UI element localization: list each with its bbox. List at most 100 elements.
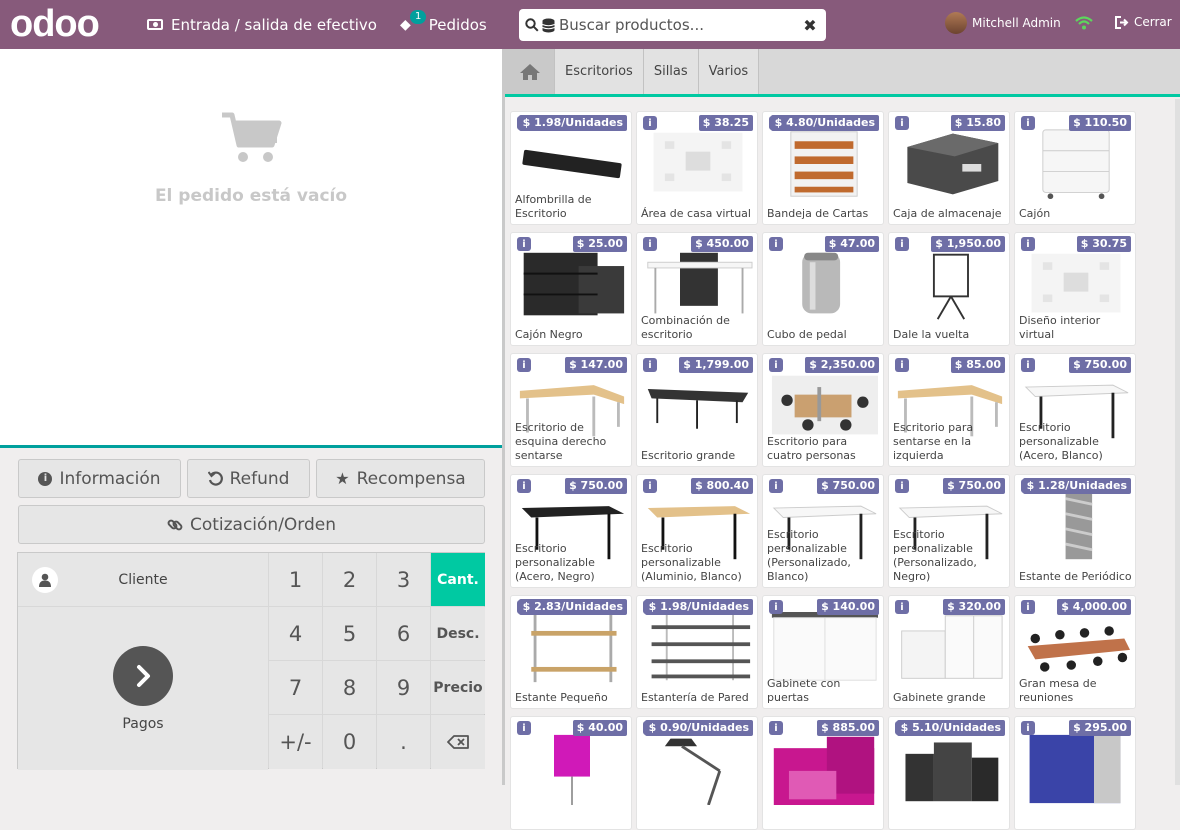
numpad-key-2[interactable]: 2 — [323, 553, 376, 606]
close-button[interactable]: Cerrar — [1115, 15, 1172, 29]
info-icon[interactable]: i — [769, 479, 783, 493]
numpad-key-6[interactable]: 6 — [377, 607, 430, 660]
numpad-key-4[interactable]: 4 — [269, 607, 322, 660]
product-price: $ 750.00 — [1069, 357, 1131, 373]
numpad-key-3[interactable]: 3 — [377, 553, 430, 606]
info-icon[interactable]: i — [517, 479, 531, 493]
quotation-order-button[interactable]: Cotización/Orden — [18, 505, 485, 544]
product-card[interactable]: i $ 750.00 Escritorio personalizable (Pers… — [888, 474, 1010, 588]
category-chairs[interactable]: Sillas — [643, 49, 699, 94]
numpad-key-plus-minus[interactable]: +/- — [269, 715, 322, 769]
product-card[interactable]: i$ 1.98/UnidadesEstantería de Pared — [636, 595, 758, 709]
quotation-order-label: Cotización/Orden — [189, 514, 337, 535]
info-icon[interactable]: i — [643, 479, 657, 493]
numpad-key-7[interactable]: 7 — [269, 661, 322, 714]
odoo-logo: odoo — [10, 3, 100, 45]
info-button[interactable]: i Información — [18, 459, 181, 498]
numpad-key-8[interactable]: 8 — [323, 661, 376, 714]
product-card[interactable]: i$ 0.90/Unidades — [636, 716, 758, 830]
product-name: Gabinete con puertas — [767, 677, 841, 704]
home-category-button[interactable] — [505, 49, 555, 94]
product-card[interactable]: i $ 1,799.00 Escritorio grande — [636, 353, 758, 467]
numpad-key-9[interactable]: 9 — [377, 661, 430, 714]
info-icon[interactable]: i — [1021, 358, 1035, 372]
product-card[interactable]: i $ 320.00 Gabinete grande — [888, 595, 1010, 709]
numpad-key-0[interactable]: 0 — [323, 715, 376, 769]
user-menu[interactable]: Mitchell Admin — [945, 12, 1061, 34]
cash-in-out-button[interactable]: Entrada / salida de efectivo — [147, 0, 377, 49]
info-icon[interactable]: i — [895, 479, 909, 493]
product-card[interactable]: i $ 1,950.00 Dale la vuelta — [888, 232, 1010, 346]
mode-quantity-button[interactable]: Cant. — [431, 553, 485, 606]
numpad-key-decimal[interactable]: . — [377, 715, 430, 769]
product-card[interactable]: i $ 30.75 Diseño interior virtual — [1014, 232, 1136, 346]
reward-button[interactable]: ★ Recompensa — [316, 459, 485, 498]
mode-discount-button[interactable]: Desc. — [431, 607, 485, 660]
product-card[interactable]: i $ 4,000.00 Gran mesa de reuniones — [1014, 595, 1136, 709]
product-card[interactable]: i$ 1.28/UnidadesEstante de Periódico — [1014, 474, 1136, 588]
product-name: Cajón — [1019, 207, 1051, 220]
mode-price-button[interactable]: Precio — [431, 661, 485, 714]
category-misc[interactable]: Varios — [698, 49, 760, 94]
info-icon[interactable]: i — [769, 600, 783, 614]
category-desks[interactable]: Escritorios — [555, 49, 644, 94]
orders-label: Pedidos — [428, 15, 487, 34]
product-card[interactable]: i$ 5.10/Unidades — [888, 716, 1010, 830]
info-icon[interactable]: i — [1021, 237, 1035, 251]
info-icon[interactable]: i — [769, 237, 783, 251]
product-card[interactable]: i $ 750.00 Escritorio personalizable (Acer… — [510, 474, 632, 588]
product-card[interactable]: i $ 38.25 Área de casa virtual — [636, 111, 758, 225]
tag-icon: ◆ — [400, 16, 411, 33]
product-name: Escritorio personalizable (Aluminio, Bla… — [641, 542, 742, 583]
numpad-key-5[interactable]: 5 — [323, 607, 376, 660]
info-icon[interactable]: i — [1021, 600, 1035, 614]
product-image — [554, 734, 590, 805]
product-card[interactable]: i $ 47.00 Cubo de pedal — [762, 232, 884, 346]
database-icon — [542, 18, 555, 32]
product-card[interactable]: i $ 110.50 Cajón — [1014, 111, 1136, 225]
info-icon[interactable]: i — [517, 721, 531, 735]
product-card[interactable]: i $ 15.80 Caja de almacenaje — [888, 111, 1010, 225]
numpad-key-1[interactable]: 1 — [269, 553, 322, 606]
info-icon[interactable]: i — [643, 358, 657, 372]
product-card[interactable]: i $ 40.00 — [510, 716, 632, 830]
info-icon[interactable]: i — [895, 600, 909, 614]
info-icon[interactable]: i — [1021, 116, 1035, 130]
info-icon[interactable]: i — [1021, 721, 1035, 735]
product-card[interactable]: i$ 4.80/UnidadesBandeja de Cartas — [762, 111, 884, 225]
product-price: $ 885.00 — [817, 720, 879, 736]
info-icon[interactable]: i — [895, 358, 909, 372]
numpad-backspace-button[interactable] — [431, 715, 485, 769]
product-card[interactable]: i $ 750.00 Escritorio personalizable (Acer… — [1014, 353, 1136, 467]
product-card[interactable]: i $ 25.00 Cajón Negro — [510, 232, 632, 346]
payment-button[interactable]: Pagos — [18, 607, 268, 770]
product-card[interactable]: i$ 2.83/UnidadesEstante Pequeño — [510, 595, 632, 709]
info-icon[interactable]: i — [517, 358, 531, 372]
product-card[interactable]: i $ 2,350.00 Escritorio para cuatro person… — [762, 353, 884, 467]
product-card[interactable]: i $ 85.00 Escritorio para sentarse en la i… — [888, 353, 1010, 467]
product-card[interactable]: i $ 147.00 Escritorio de esquina derecho s… — [510, 353, 632, 467]
orders-button[interactable]: ◆ 1 Pedidos — [400, 0, 487, 49]
search-input[interactable] — [559, 16, 800, 34]
product-image — [1027, 626, 1130, 672]
clear-search-icon[interactable]: ✖ — [800, 16, 820, 35]
info-icon[interactable]: i — [769, 721, 783, 735]
customer-button[interactable]: Cliente — [18, 553, 268, 606]
info-icon[interactable]: i — [643, 116, 657, 130]
scrollbar[interactable] — [1175, 99, 1180, 785]
product-card[interactable]: i $ 800.40 Escritorio personalizable (Alum… — [636, 474, 758, 588]
info-icon[interactable]: i — [517, 237, 531, 251]
product-image — [523, 252, 625, 316]
product-card[interactable]: i $ 450.00 Combinación de escritorio — [636, 232, 758, 346]
info-icon[interactable]: i — [643, 237, 657, 251]
product-name: Estante de Periódico — [1019, 570, 1132, 583]
product-card[interactable]: i $ 140.00 Gabinete con puertas — [762, 595, 884, 709]
info-icon[interactable]: i — [895, 116, 909, 130]
refund-button[interactable]: Refund — [187, 459, 310, 498]
product-card[interactable]: i $ 295.00 — [1014, 716, 1136, 830]
product-card[interactable]: i$ 1.98/UnidadesAlfombrilla de Escritori… — [510, 111, 632, 225]
product-card[interactable]: i $ 885.00 — [762, 716, 884, 830]
product-card[interactable]: i $ 750.00 Escritorio personalizable (Pers… — [762, 474, 884, 588]
info-icon[interactable]: i — [769, 358, 783, 372]
info-icon[interactable]: i — [895, 237, 909, 251]
